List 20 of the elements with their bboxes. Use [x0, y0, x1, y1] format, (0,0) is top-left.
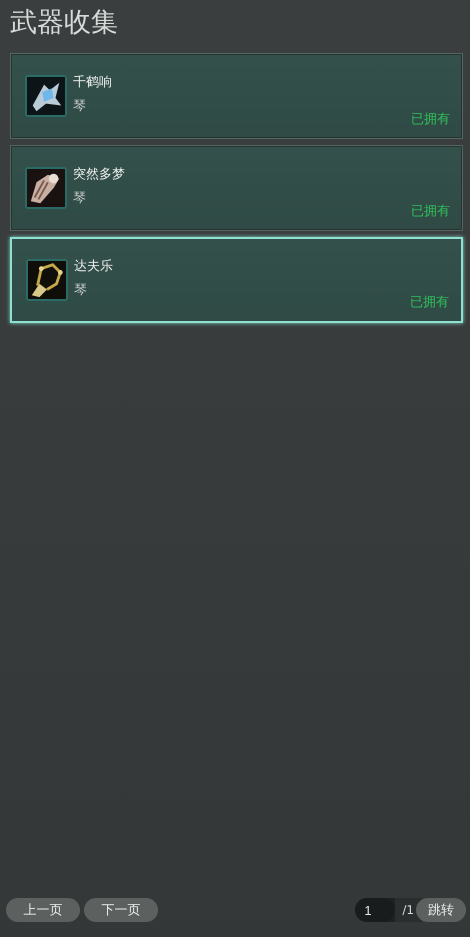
weapon-card[interactable]: 达夫乐 琴 已拥有 — [10, 237, 463, 323]
owned-status: 已拥有 — [410, 294, 449, 311]
weapon-icon — [25, 75, 67, 117]
weapon-type: 琴 — [73, 98, 87, 115]
page-title: 武器收集 — [9, 6, 119, 40]
weapon-type: 琴 — [73, 190, 87, 207]
weapon-card[interactable]: 千鹤响 琴 已拥有 — [10, 53, 463, 139]
jump-button[interactable]: 跳转 — [416, 898, 466, 922]
weapon-name: 达夫乐 — [74, 258, 114, 275]
page-input[interactable]: 1 — [355, 898, 396, 922]
weapon-card[interactable]: 突然多梦 琴 已拥有 — [10, 145, 463, 231]
weapon-name: 千鹤响 — [73, 74, 113, 91]
previous-page-button[interactable]: 上一页 — [6, 898, 80, 922]
weapon-type: 琴 — [74, 282, 88, 299]
owned-status: 已拥有 — [411, 111, 450, 128]
weapon-name: 突然多梦 — [73, 166, 126, 183]
owned-status: 已拥有 — [411, 203, 450, 220]
weapon-icon — [26, 259, 68, 301]
weapon-icon — [25, 167, 67, 209]
next-page-button[interactable]: 下一页 — [84, 898, 158, 922]
